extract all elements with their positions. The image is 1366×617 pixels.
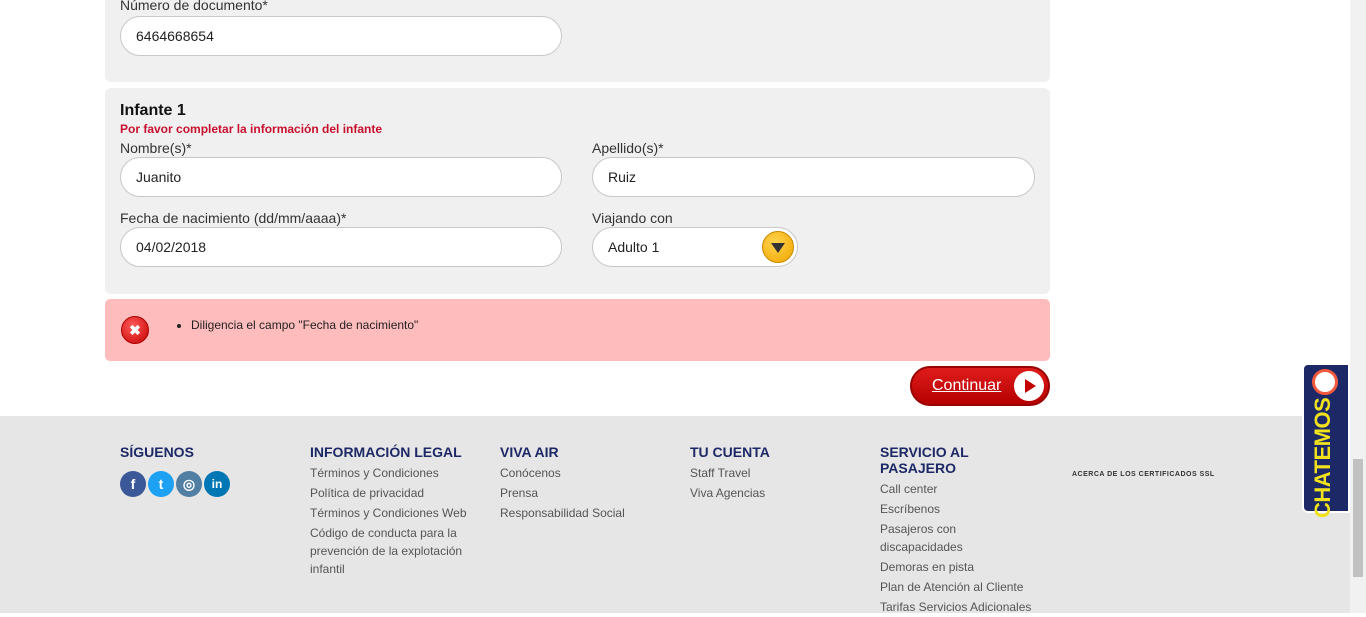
footer-viva-air-column: VIVA AIR Conócenos Prensa Responsabilida… (500, 444, 670, 523)
footer-link[interactable]: Política de privacidad (310, 483, 480, 503)
footer-account-heading: TU CUENTA (690, 444, 770, 460)
play-arrow-icon (1014, 371, 1044, 401)
social-icons: f t ◎ in (120, 471, 232, 497)
page-scrollbar[interactable] (1350, 0, 1366, 613)
footer-link[interactable]: Plan de Atención al Cliente (880, 577, 1045, 597)
facebook-icon[interactable]: f (120, 471, 146, 497)
last-name-input[interactable]: Ruiz (592, 157, 1035, 197)
error-list: Diligencia el campo "Fecha de nacimiento… (175, 318, 418, 332)
footer-link[interactable]: Términos y Condiciones Web (310, 503, 480, 523)
first-name-input[interactable]: Juanito (120, 157, 562, 197)
twitter-icon[interactable]: t (148, 471, 174, 497)
chat-widget[interactable]: CHATEMOS (1302, 363, 1350, 518)
footer-legal-column: INFORMACIÓN LEGAL Términos y Condiciones… (310, 444, 480, 578)
footer-service-column: SERVICIO AL PASAJERO Call center Escríbe… (880, 444, 1045, 617)
footer-link[interactable]: Call center (880, 479, 1045, 499)
passenger-document-panel: Número de documento* 6464668654 (105, 0, 1050, 82)
footer-social-heading: SÍGUENOS (120, 444, 194, 460)
document-number-label: Número de documento* (120, 0, 268, 13)
document-number-input[interactable]: 6464668654 (120, 16, 562, 56)
footer-social-column: SÍGUENOS (120, 444, 194, 463)
footer: SÍGUENOS f t ◎ in INFORMACIÓN LEGAL Término… (0, 416, 1350, 614)
footer-link[interactable]: Viva Agencias (690, 483, 860, 503)
instagram-icon[interactable]: ◎ (176, 471, 202, 497)
infant-panel: Infante 1 Por favor completar la informa… (105, 88, 1050, 294)
footer-viva-air-heading: VIVA AIR (500, 444, 559, 460)
footer-legal-heading: INFORMACIÓN LEGAL (310, 444, 462, 460)
chevron-down-icon[interactable] (762, 231, 794, 263)
travelling-with-label: Viajando con (592, 210, 673, 226)
scrollbar-thumb[interactable] (1353, 459, 1363, 577)
footer-account-column: TU CUENTA Staff Travel Viva Agencias (690, 444, 860, 503)
footer-link[interactable]: Staff Travel (690, 463, 860, 483)
infant-title: Infante 1 (120, 102, 186, 119)
ssl-certificates-link[interactable]: ACERCA DE LOS CERTIFICADOS SSL (1072, 471, 1215, 478)
last-name-label: Apellido(s)* (592, 140, 664, 156)
footer-link[interactable]: Responsabilidad Social (500, 503, 670, 523)
birthdate-input[interactable]: 04/02/2018 (120, 227, 562, 267)
footer-link[interactable]: Términos y Condiciones (310, 463, 480, 483)
continue-button[interactable]: Continuar (910, 366, 1050, 406)
footer-link[interactable]: Tarifas Servicios Adicionales (880, 597, 1045, 617)
error-item: Diligencia el campo "Fecha de nacimiento… (191, 318, 418, 332)
footer-link[interactable]: Código de conducta para la prevención de… (310, 524, 480, 578)
footer-link[interactable]: Demoras en pista (880, 557, 1045, 577)
footer-link[interactable]: Prensa (500, 483, 670, 503)
footer-link[interactable]: Pasajeros con discapacidades (880, 520, 980, 556)
chat-widget-label: CHATEMOS (1310, 397, 1335, 518)
travelling-with-value: Adulto 1 (608, 239, 660, 255)
first-name-label: Nombre(s)* (120, 140, 192, 156)
footer-link[interactable]: Conócenos (500, 463, 670, 483)
footer-service-heading: SERVICIO AL PASAJERO (880, 444, 969, 476)
travelling-with-select[interactable]: Adulto 1 (592, 227, 798, 267)
linkedin-icon[interactable]: in (204, 471, 230, 497)
error-message-box: ✖ Diligencia el campo "Fecha de nacimien… (105, 299, 1050, 361)
birthdate-label: Fecha de nacimiento (dd/mm/aaaa)* (120, 210, 347, 226)
chat-bubble-icon (1312, 369, 1338, 395)
infant-warning: Por favor completar la información del i… (120, 122, 383, 136)
continue-label: Continuar (932, 377, 1002, 394)
footer-link[interactable]: Escríbenos (880, 499, 1045, 519)
close-icon: ✖ (121, 316, 149, 344)
